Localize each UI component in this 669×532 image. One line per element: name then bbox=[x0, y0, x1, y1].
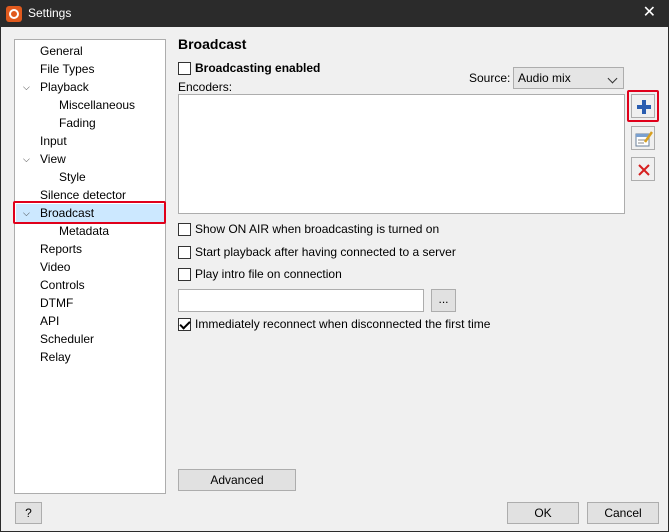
encoders-label: Encoders: bbox=[178, 80, 233, 94]
help-button[interactable]: ? bbox=[15, 502, 42, 524]
source-select[interactable]: Audio mix bbox=[513, 67, 624, 89]
tree-item-scheduler[interactable]: Scheduler bbox=[40, 330, 94, 348]
expanded-arrow-icon[interactable]: ⌵ bbox=[23, 150, 30, 168]
tree-item-relay[interactable]: Relay bbox=[40, 348, 71, 366]
expanded-arrow-icon[interactable]: ⌵ bbox=[23, 78, 30, 96]
app-icon bbox=[6, 6, 22, 22]
play-intro-checkbox[interactable] bbox=[178, 268, 191, 281]
edit-encoder-button[interactable] bbox=[631, 126, 655, 150]
intro-file-input[interactable] bbox=[178, 289, 424, 312]
tree-item-general[interactable]: General bbox=[40, 42, 83, 60]
broadcasting-enabled-checkbox[interactable] bbox=[178, 62, 191, 75]
browse-button[interactable]: ... bbox=[431, 289, 456, 312]
cancel-button[interactable]: Cancel bbox=[587, 502, 659, 524]
tree-item-dtmf[interactable]: DTMF bbox=[40, 294, 73, 312]
tree-item-fading[interactable]: Fading bbox=[59, 114, 96, 132]
close-icon[interactable]: ✕ bbox=[643, 4, 656, 22]
ok-button[interactable]: OK bbox=[507, 502, 579, 524]
delete-icon bbox=[638, 164, 650, 176]
highlight-broadcast bbox=[13, 201, 166, 224]
chevron-down-icon bbox=[607, 73, 618, 84]
tree-item-controls[interactable]: Controls bbox=[40, 276, 85, 294]
play-intro-label: Play intro file on connection bbox=[195, 267, 342, 281]
tree-item-api[interactable]: API bbox=[40, 312, 59, 330]
broadcasting-enabled-label: Broadcasting enabled bbox=[195, 61, 321, 75]
source-label: Source: bbox=[469, 71, 511, 85]
tree-item-input[interactable]: Input bbox=[40, 132, 67, 150]
tree-item-playback[interactable]: Playback bbox=[40, 78, 89, 96]
title-bar[interactable]: Settings ✕ bbox=[1, 1, 668, 27]
start-playback-label: Start playback after having connected to… bbox=[195, 245, 456, 259]
reconnect-checkbox[interactable] bbox=[178, 318, 191, 331]
source-value: Audio mix bbox=[518, 71, 571, 85]
tree-item-view[interactable]: View bbox=[40, 150, 66, 168]
highlight-add-encoder bbox=[627, 90, 659, 122]
show-on-air-checkbox[interactable] bbox=[178, 223, 191, 236]
edit-icon bbox=[635, 131, 653, 147]
advanced-button[interactable]: Advanced bbox=[178, 469, 296, 491]
remove-encoder-button[interactable] bbox=[631, 157, 655, 181]
encoders-list[interactable] bbox=[178, 94, 625, 214]
tree-item-reports[interactable]: Reports bbox=[40, 240, 82, 258]
page-title: Broadcast bbox=[178, 36, 247, 52]
tree-item-metadata[interactable]: Metadata bbox=[59, 222, 109, 240]
reconnect-label: Immediately reconnect when disconnected … bbox=[195, 317, 491, 331]
window-title: Settings bbox=[28, 6, 72, 20]
tree-item-file-types[interactable]: File Types bbox=[40, 60, 94, 78]
show-on-air-label: Show ON AIR when broadcasting is turned … bbox=[195, 222, 440, 236]
settings-window: Settings ✕ General File Types ⌵ Playback… bbox=[0, 0, 669, 532]
tree-item-miscellaneous[interactable]: Miscellaneous bbox=[59, 96, 135, 114]
start-playback-checkbox[interactable] bbox=[178, 246, 191, 259]
settings-tree: General File Types ⌵ Playback Miscellane… bbox=[14, 39, 166, 494]
tree-item-style[interactable]: Style bbox=[59, 168, 86, 186]
tree-item-video[interactable]: Video bbox=[40, 258, 70, 276]
